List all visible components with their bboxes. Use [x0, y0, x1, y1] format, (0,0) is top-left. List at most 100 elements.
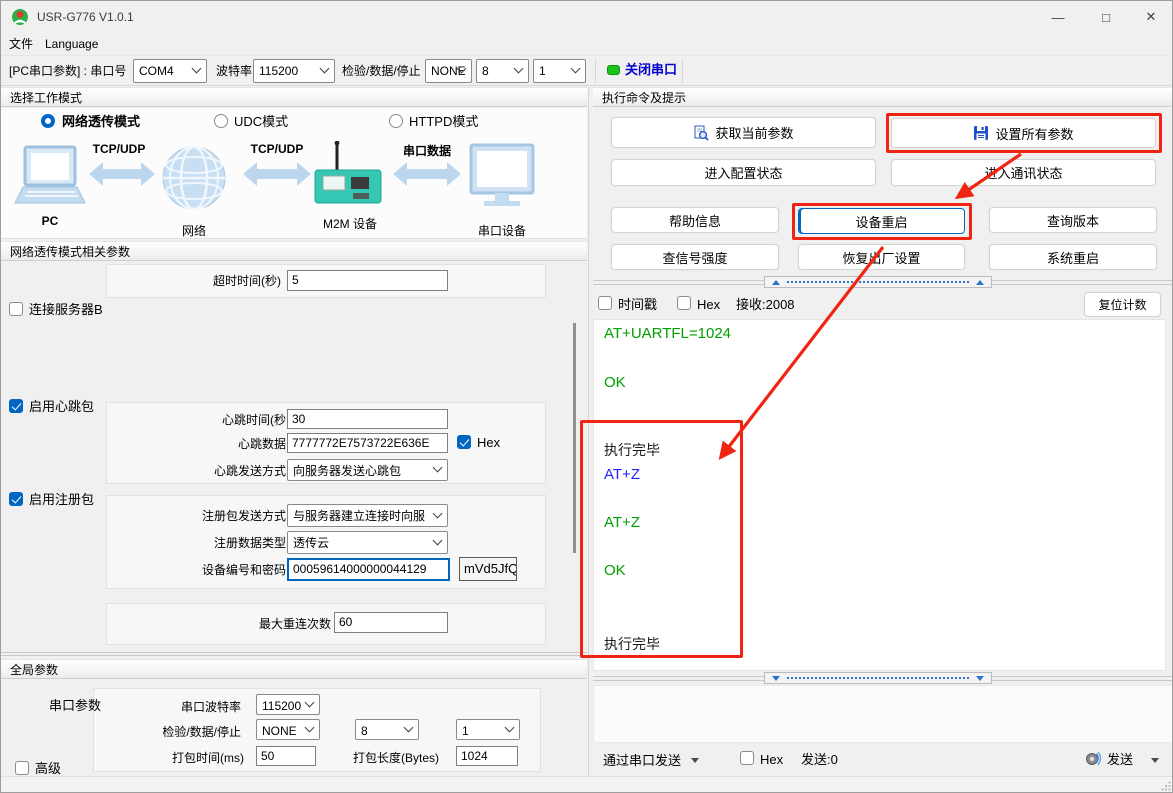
g-parity-select[interactable]: NONE: [256, 719, 320, 740]
floppy-disk-icon: [973, 125, 989, 141]
hb-data-label: 心跳数据: [106, 437, 286, 452]
net-mode-params-header: 网络透传模式相关参数: [1, 241, 587, 261]
chevron-down-icon: [1151, 758, 1159, 763]
enable-heartbeat-label[interactable]: 启用心跳包: [29, 399, 94, 414]
connect-server-b-label[interactable]: 连接服务器B: [29, 302, 103, 317]
signal-strength-button[interactable]: 查信号强度: [611, 244, 779, 270]
left-panel-scrollbar-thumb[interactable]: [573, 323, 576, 553]
send-hex-label[interactable]: Hex: [760, 752, 783, 767]
triangle-down-icon: [976, 676, 984, 681]
chevron-down-icon: [571, 64, 581, 74]
rx-hex-label[interactable]: Hex: [697, 297, 720, 312]
set-params-button[interactable]: 设置所有参数: [891, 118, 1156, 148]
network-label: 网络: [172, 222, 216, 239]
enable-register-label[interactable]: 启用注册包: [29, 492, 94, 507]
close-serial-button[interactable]: 关闭串口: [625, 62, 677, 77]
radio-udc-mode[interactable]: [214, 114, 228, 128]
reg-mode-select[interactable]: 与服务器建立连接时向服: [287, 504, 448, 527]
g-databits-value: 8: [361, 724, 368, 738]
serial-device-label: 串口设备: [462, 222, 542, 239]
close-button[interactable]: ✕: [1128, 1, 1173, 33]
databits-select[interactable]: 8: [476, 59, 529, 83]
send-via-serial-dropdown[interactable]: 通过串口发送: [603, 753, 681, 768]
send-button[interactable]: 发送: [1081, 746, 1165, 772]
exec-command-header: 执行命令及提示: [593, 87, 1173, 107]
left-splitter[interactable]: [1, 652, 587, 653]
baud-value: 115200: [259, 64, 298, 78]
reconnect-input[interactable]: 60: [334, 612, 448, 633]
log-output-area[interactable]: AT+UARTFL=1024 OK 执行完毕 AT+Z AT+Z OK 执行完毕: [593, 319, 1166, 671]
enable-heartbeat-checkbox[interactable]: [9, 399, 23, 413]
enter-comm-button[interactable]: 进入通讯状态: [891, 159, 1156, 186]
chevron-down-icon: [305, 697, 315, 707]
chevron-down-icon[interactable]: [691, 758, 699, 763]
advanced-label[interactable]: 高级: [35, 761, 61, 776]
hb-hex-checkbox[interactable]: [457, 435, 471, 449]
pack-time-input[interactable]: 50: [256, 746, 316, 766]
set-params-label: 设置所有参数: [995, 124, 1073, 143]
stopbits-select[interactable]: 1: [533, 59, 586, 83]
rx-hex-checkbox[interactable]: [677, 296, 691, 310]
menu-language[interactable]: Language: [45, 37, 98, 52]
hb-hex-label[interactable]: Hex: [477, 435, 500, 450]
hb-mode-value: 向服务器发送心跳包: [293, 464, 401, 478]
toolbar-separator: [682, 59, 683, 83]
device-id-input[interactable]: 00059614000000044129: [287, 558, 450, 581]
radio-httpd-label[interactable]: HTTPD模式: [409, 114, 478, 129]
timestamp-label[interactable]: 时间戳: [618, 297, 657, 312]
g-stopbits-select[interactable]: 1: [456, 719, 520, 740]
query-version-button[interactable]: 查询版本: [989, 207, 1157, 233]
left-splitter: [1, 655, 587, 656]
radio-httpd-mode[interactable]: [389, 114, 403, 128]
arrow-net-m2m-icon: [243, 162, 311, 186]
databits-value: 8: [482, 64, 489, 78]
g-databits-select[interactable]: 8: [355, 719, 419, 740]
hb-data-input[interactable]: 7777772E7573722E636E: [287, 433, 448, 453]
status-bar: [1, 776, 1173, 793]
hb-mode-label: 心跳发送方式: [106, 464, 286, 479]
radio-net-label[interactable]: 网络透传模式: [62, 114, 140, 129]
send-hex-checkbox[interactable]: [740, 751, 754, 765]
enter-config-button[interactable]: 进入配置状态: [611, 159, 876, 186]
minimize-button[interactable]: —: [1035, 1, 1081, 33]
device-restart-button[interactable]: 设备重启: [798, 208, 965, 234]
connect-server-b-checkbox[interactable]: [9, 302, 23, 316]
radio-net-transparent-mode[interactable]: [41, 114, 55, 128]
timeout-input[interactable]: 5: [287, 270, 448, 291]
resize-grip-icon[interactable]: [1161, 781, 1171, 791]
m2m-label: M2M 设备: [308, 215, 392, 232]
window-title: USR-G776 V1.0.1: [37, 10, 134, 25]
reg-type-select[interactable]: 透传云: [287, 531, 448, 554]
hb-mode-select[interactable]: 向服务器发送心跳包: [287, 459, 448, 481]
g-baud-select[interactable]: 115200: [256, 694, 320, 715]
speaker-icon: [1085, 750, 1102, 767]
advanced-checkbox[interactable]: [15, 761, 29, 775]
app-icon: [11, 8, 29, 26]
send-input[interactable]: [593, 685, 1173, 743]
hb-time-input[interactable]: 30: [287, 409, 448, 429]
help-info-button[interactable]: 帮助信息: [611, 207, 779, 233]
reset-count-button[interactable]: 复位计数: [1084, 292, 1161, 317]
chevron-down-icon: [404, 722, 414, 732]
timestamp-checkbox[interactable]: [598, 296, 612, 310]
log-splitter-handle[interactable]: [764, 276, 992, 288]
parity-select[interactable]: NONE: [425, 59, 472, 83]
com-port-value: COM4: [139, 64, 174, 78]
enable-register-checkbox[interactable]: [9, 492, 23, 506]
system-restart-button[interactable]: 系统重启: [989, 244, 1157, 270]
baud-select[interactable]: 115200: [253, 59, 335, 83]
get-params-button[interactable]: 获取当前参数: [611, 117, 876, 148]
pack-len-input[interactable]: 1024: [456, 746, 518, 766]
com-port-select[interactable]: COM4: [133, 59, 207, 83]
radio-udc-label[interactable]: UDC模式: [234, 114, 288, 129]
device-id-label: 设备编号和密码: [106, 563, 286, 578]
chevron-down-icon: [192, 64, 202, 74]
triangle-up-icon: [772, 280, 780, 285]
panel-divider[interactable]: [588, 87, 589, 776]
log-line: OK: [604, 562, 626, 579]
send-splitter-handle[interactable]: [764, 672, 992, 684]
menu-file[interactable]: 文件: [9, 37, 33, 52]
maximize-button[interactable]: □: [1083, 1, 1129, 33]
factory-reset-button[interactable]: 恢复出厂设置: [798, 244, 965, 270]
pack-len-label: 打包长度(Bytes): [353, 751, 439, 766]
